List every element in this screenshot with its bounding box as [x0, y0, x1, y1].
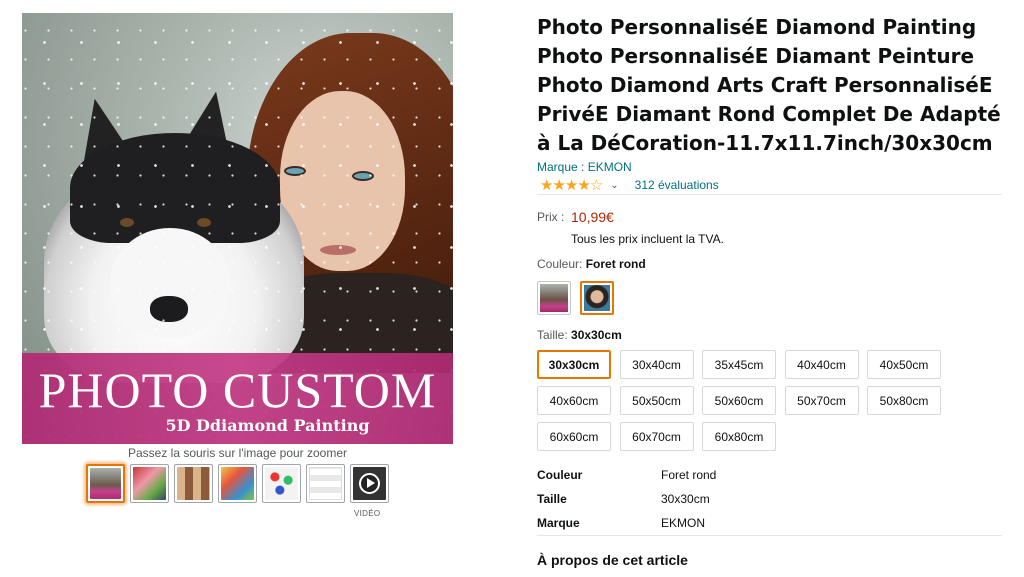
- thumbnail-video[interactable]: [350, 464, 389, 503]
- size-label: Taille:: [537, 328, 568, 342]
- size-option[interactable]: 30x40cm: [619, 350, 694, 379]
- color-label: Couleur:: [537, 257, 583, 271]
- chevron-down-icon[interactable]: ⌄: [610, 180, 618, 191]
- color-swatch-1[interactable]: [537, 281, 571, 315]
- reviews-link[interactable]: 312 évaluations: [635, 178, 719, 192]
- spec-value: Foret rond: [661, 468, 717, 482]
- spec-value: EKMON: [661, 516, 706, 530]
- size-option[interactable]: 50x70cm: [784, 386, 859, 415]
- brand-link[interactable]: Marque : EKMON: [537, 160, 632, 174]
- thumbnail-2[interactable]: [130, 464, 169, 503]
- price-label: Prix :: [537, 210, 565, 224]
- banner-title: PHOTO CUSTOM: [38, 362, 437, 418]
- thumbnail-image: [133, 467, 166, 500]
- color-selected-value: Foret rond: [585, 257, 646, 271]
- thumbnail-1[interactable]: [86, 464, 125, 503]
- spec-row: Couleur Foret rond: [537, 463, 716, 487]
- divider: [537, 535, 1002, 536]
- video-label: VIDÉO: [354, 509, 381, 518]
- spec-key: Taille: [537, 492, 567, 506]
- main-product-image[interactable]: PHOTO CUSTOM 5D Ddiamond Painting: [22, 13, 453, 444]
- thumbnail-3[interactable]: [174, 464, 213, 503]
- banner-subtitle: 5D Ddiamond Painting: [165, 416, 370, 435]
- size-option[interactable]: 50x50cm: [619, 386, 694, 415]
- thumbnail-image: [177, 467, 210, 500]
- size-selected-value: 30x30cm: [571, 328, 622, 342]
- size-option[interactable]: 35x45cm: [702, 350, 776, 379]
- size-option[interactable]: 60x70cm: [619, 422, 694, 451]
- thumbnail-image: [309, 467, 342, 500]
- size-options: 30x30cm 30x40cm 35x45cm 40x40cm 40x50cm …: [537, 350, 957, 451]
- thumbnail-5[interactable]: [262, 464, 301, 503]
- size-option[interactable]: 60x60cm: [537, 422, 611, 451]
- stars-filled: ★★★★: [540, 177, 591, 194]
- size-option[interactable]: 40x50cm: [867, 350, 941, 379]
- thumbnail-4[interactable]: [218, 464, 257, 503]
- spec-row: Marque EKMON: [537, 511, 716, 535]
- swatch-image: [584, 285, 610, 311]
- size-option[interactable]: 50x60cm: [702, 386, 776, 415]
- thumbnail-strip: [86, 464, 389, 503]
- size-option[interactable]: 30x30cm: [537, 350, 611, 379]
- tva-note: Tous les prix incluent la TVA.: [571, 232, 724, 246]
- color-swatch-2[interactable]: [580, 281, 614, 315]
- spec-row: Taille 30x30cm: [537, 487, 716, 511]
- star-empty-icon: ☆: [589, 177, 603, 194]
- product-title: Photo PersonnaliséE Diamond Painting Pho…: [537, 15, 1001, 155]
- product-specs-table: Couleur Foret rond Taille 30x30cm Marque…: [537, 463, 716, 535]
- thumbnail-image: [221, 467, 254, 500]
- zoom-hint: Passez la souris sur l'image pour zoomer: [127, 446, 348, 460]
- divider: [537, 194, 1002, 195]
- size-option[interactable]: 40x60cm: [537, 386, 611, 415]
- size-option[interactable]: 40x40cm: [784, 350, 859, 379]
- size-option[interactable]: 50x80cm: [867, 386, 941, 415]
- price-value: 10,99€: [571, 209, 614, 225]
- size-selection-label: Taille: 30x30cm: [537, 328, 622, 342]
- thumbnail-image: [265, 467, 298, 500]
- play-icon: [359, 473, 380, 494]
- swatch-image: [540, 284, 568, 312]
- color-selection-label: Couleur: Foret rond: [537, 257, 646, 271]
- spec-value: 30x30cm: [661, 492, 710, 506]
- spec-key: Couleur: [537, 468, 583, 482]
- about-heading: À propos de cet article: [537, 552, 688, 568]
- color-swatches: [537, 281, 614, 315]
- rating-row: ★★★★☆ ⌄ 312 évaluations: [540, 176, 719, 194]
- spec-key: Marque: [537, 516, 580, 530]
- star-rating-icon[interactable]: ★★★★☆: [540, 176, 603, 194]
- size-option[interactable]: 60x80cm: [702, 422, 776, 451]
- thumbnail-6[interactable]: [306, 464, 345, 503]
- thumbnail-image: [90, 468, 121, 499]
